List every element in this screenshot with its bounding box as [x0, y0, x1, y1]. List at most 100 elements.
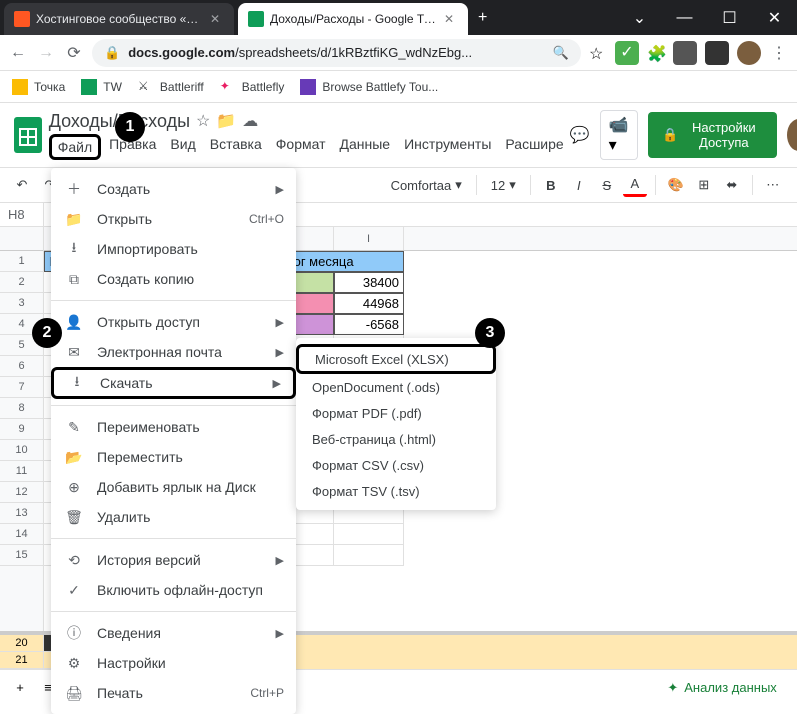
menu-item[interactable]: ✉Электронная почта▶: [51, 337, 296, 367]
cell[interactable]: [334, 545, 404, 566]
submenu-item[interactable]: Веб-страница (.html): [296, 426, 496, 452]
bookmark-item[interactable]: Точка: [12, 79, 65, 95]
cloud-icon[interactable]: ☁: [242, 111, 258, 131]
row-header[interactable]: 6: [0, 356, 43, 377]
menu-item[interactable]: ⓘСведения▶: [51, 618, 296, 648]
menu-item[interactable]: 📂Переместить: [51, 442, 296, 472]
menu-file[interactable]: Файл: [49, 134, 101, 160]
browser-tab[interactable]: Хостинговое сообщество «Time ✕: [4, 3, 234, 35]
extension-icon[interactable]: [673, 41, 697, 65]
close-icon[interactable]: ✕: [210, 12, 224, 26]
row-header[interactable]: 20: [0, 635, 44, 652]
back-button[interactable]: ←: [8, 43, 28, 63]
move-icon[interactable]: 📁: [216, 111, 236, 131]
chevron-down-icon[interactable]: ⌄: [617, 0, 662, 35]
menu-item[interactable]: 📁ОткрытьCtrl+O: [51, 204, 296, 234]
comment-icon[interactable]: 💬: [570, 125, 590, 145]
row-header[interactable]: 2: [0, 272, 43, 293]
row-header[interactable]: 12: [0, 482, 43, 503]
row-header[interactable]: 8: [0, 398, 43, 419]
menu-item[interactable]: 👤Открыть доступ▶: [51, 307, 296, 337]
menu-tools[interactable]: Инструменты: [398, 134, 497, 160]
menu-item[interactable]: 🖨ПечатьCtrl+P: [51, 678, 296, 708]
summary-value[interactable]: 44968: [334, 293, 404, 314]
url-input[interactable]: 🔒 docs.google.com/spreadsheets/d/1kRBztf…: [92, 39, 581, 67]
submenu-item[interactable]: Microsoft Excel (XLSX): [296, 344, 496, 374]
menu-extensions[interactable]: Расшире: [499, 134, 569, 160]
strike-button[interactable]: S: [595, 173, 619, 197]
row-header[interactable]: 7: [0, 377, 43, 398]
bold-button[interactable]: B: [539, 173, 563, 197]
video-call-button[interactable]: 📹▾: [600, 110, 638, 160]
menu-insert[interactable]: Вставка: [204, 134, 268, 160]
row-header[interactable]: 9: [0, 419, 43, 440]
row-header[interactable]: 14: [0, 524, 43, 545]
close-button[interactable]: ✕: [752, 0, 797, 35]
undo-button[interactable]: ↶: [10, 173, 34, 197]
more-button[interactable]: ⋯: [761, 173, 785, 197]
add-sheet-button[interactable]: +: [8, 676, 32, 700]
menu-item[interactable]: ⭳Импортировать: [51, 234, 296, 264]
borders-button[interactable]: ⊞: [692, 173, 716, 197]
browser-tab-active[interactable]: Доходы/Расходы - Google Табл ✕: [238, 3, 468, 35]
star-icon[interactable]: ☆: [196, 111, 210, 131]
bookmark-item[interactable]: Browse Battlefy Tou...: [300, 79, 438, 95]
menu-data[interactable]: Данные: [334, 134, 397, 160]
row-header[interactable]: 21: [0, 652, 44, 669]
row-header[interactable]: 10: [0, 440, 43, 461]
menu-icon[interactable]: ⋮: [769, 43, 789, 63]
merge-button[interactable]: ⬌: [720, 173, 744, 197]
menu-item[interactable]: ⧉Создать копию: [51, 264, 296, 294]
extension-icon[interactable]: [705, 41, 729, 65]
menu-item[interactable]: ⚙Настройки: [51, 648, 296, 678]
col-header[interactable]: I: [334, 227, 404, 250]
close-icon[interactable]: ✕: [444, 12, 458, 26]
menu-item[interactable]: ⊕Добавить ярлык на Диск: [51, 472, 296, 502]
select-all-corner[interactable]: [0, 227, 43, 251]
menu-item[interactable]: ＋Создать▶: [51, 174, 296, 204]
puzzle-icon[interactable]: 🧩: [647, 44, 665, 62]
sheets-logo-icon[interactable]: [12, 115, 45, 155]
submenu-item[interactable]: Формат PDF (.pdf): [296, 400, 496, 426]
text-color-button[interactable]: A: [623, 173, 647, 197]
row-header[interactable]: 1: [0, 251, 43, 272]
fill-color-button[interactable]: 🎨: [664, 173, 688, 197]
maximize-button[interactable]: ☐: [707, 0, 752, 35]
user-avatar[interactable]: [787, 119, 797, 151]
menu-item[interactable]: ✎Переименовать: [51, 412, 296, 442]
menu-view[interactable]: Вид: [164, 134, 201, 160]
menu-item[interactable]: 🗑Удалить: [51, 502, 296, 532]
search-icon[interactable]: 🔍: [553, 45, 569, 61]
bookmark-item[interactable]: TW: [81, 79, 122, 95]
share-button[interactable]: 🔒Настройки Доступа: [648, 112, 777, 158]
italic-button[interactable]: I: [567, 173, 591, 197]
chevron-left-icon[interactable]: ‹: [791, 676, 797, 700]
summary-value[interactable]: -6568: [334, 314, 404, 335]
analyze-data-button[interactable]: ✦Анализ данных: [657, 680, 786, 696]
name-box[interactable]: H8: [0, 203, 44, 226]
row-header[interactable]: 3: [0, 293, 43, 314]
row-header[interactable]: 15: [0, 545, 43, 566]
minimize-button[interactable]: —: [662, 0, 707, 35]
new-tab-button[interactable]: +: [468, 9, 497, 27]
menu-format[interactable]: Формат: [270, 134, 332, 160]
row-header[interactable]: 13: [0, 503, 43, 524]
forward-button[interactable]: →: [36, 43, 56, 63]
summary-value[interactable]: 38400: [334, 272, 404, 293]
star-icon[interactable]: ☆: [589, 44, 607, 62]
row-header[interactable]: 11: [0, 461, 43, 482]
menu-item[interactable]: ⟲История версий▶: [51, 545, 296, 575]
bookmark-item[interactable]: ⚔Battleriff: [138, 79, 204, 95]
reload-button[interactable]: ⟳: [64, 43, 84, 63]
collapse-button[interactable]: ⌃: [789, 173, 797, 197]
extension-icon[interactable]: ✓: [615, 41, 639, 65]
submenu-item[interactable]: Формат TSV (.tsv): [296, 478, 496, 504]
font-select[interactable]: Comfortaa ▾: [385, 177, 468, 193]
menu-item[interactable]: ⭳Скачать▶: [51, 367, 296, 399]
menu-item[interactable]: ✓Включить офлайн-доступ: [51, 575, 296, 605]
cell[interactable]: [334, 524, 404, 545]
submenu-item[interactable]: OpenDocument (.ods): [296, 374, 496, 400]
bookmark-item[interactable]: ✦Battlefly: [220, 79, 285, 95]
profile-avatar[interactable]: [737, 41, 761, 65]
font-size[interactable]: 12 ▾: [485, 177, 522, 193]
